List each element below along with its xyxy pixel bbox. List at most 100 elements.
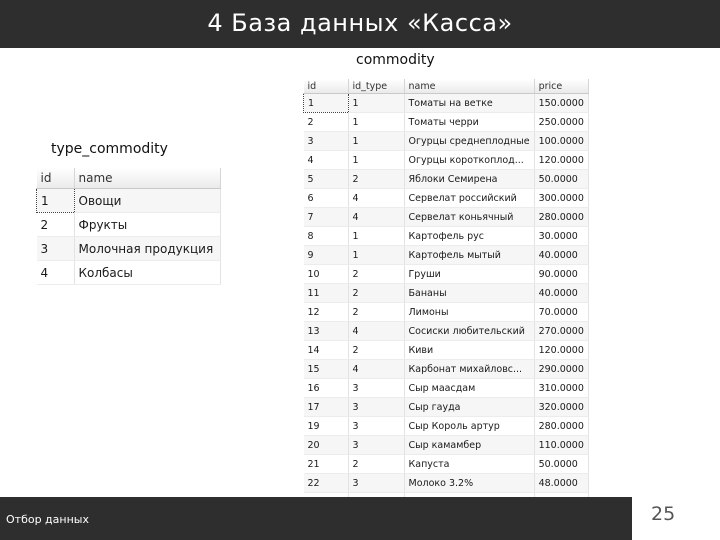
table-cell[interactable]: 50.0000 [534,454,589,474]
table-cell[interactable]: 30.0000 [534,226,589,246]
table-cell[interactable]: 120.0000 [534,340,589,360]
table-cell[interactable]: 7 [303,207,349,227]
table-cell[interactable]: 13 [303,321,349,341]
column-header-id[interactable]: id [36,168,75,189]
table-row[interactable]: 12 2 Лимоны 70.0000 [303,302,589,322]
table-cell[interactable]: 4 [36,260,75,285]
table-row[interactable]: 2 Фрукты [36,212,221,237]
table-row[interactable]: 17 3 Сыр гауда 320.0000 [303,397,589,417]
table-cell[interactable]: 12 [303,302,349,322]
table-row[interactable]: 10 2 Груши 90.0000 [303,264,589,284]
column-header-id[interactable]: id [303,79,349,94]
table-cell[interactable]: 4 [348,207,405,227]
table-cell[interactable]: 40.0000 [534,245,589,265]
table-cell[interactable]: Сыр Король артур [404,416,535,436]
table-cell[interactable]: 15 [303,359,349,379]
table-row[interactable]: 15 4 Карбонат михайловс... 290.0000 [303,359,589,379]
table-cell[interactable]: Картофель мытый [404,245,535,265]
table-cell[interactable]: 250.0000 [534,112,589,132]
table-row[interactable]: 1 Овощи [36,188,221,213]
table-row[interactable]: 1 1 Томаты на ветке 150.0000 [303,93,589,113]
table-row[interactable]: 11 2 Бананы 40.0000 [303,283,589,303]
table-cell[interactable]: 9 [303,245,349,265]
table-cell[interactable]: Груши [404,264,535,284]
table-cell[interactable]: Овощи [74,188,221,213]
table-cell[interactable]: 100.0000 [534,131,589,151]
table-cell[interactable]: 3 [348,378,405,398]
table-cell[interactable]: 2 [348,340,405,360]
table-cell[interactable]: 1 [348,112,405,132]
table-cell[interactable]: Молочная продукция [74,236,221,261]
table-cell[interactable]: 3 [303,131,349,151]
table-cell[interactable]: 5 [303,169,349,189]
table-cell[interactable]: 48.0000 [534,473,589,493]
table-cell[interactable]: 2 [36,212,75,237]
table-cell[interactable]: 290.0000 [534,359,589,379]
table-cell[interactable]: Яблоки Семирена [404,169,535,189]
column-header-name[interactable]: name [404,79,535,94]
table-cell[interactable]: Томаты черри [404,112,535,132]
table-cell[interactable]: 3 [36,236,75,261]
table-cell[interactable]: 280.0000 [534,416,589,436]
table-cell[interactable]: 16 [303,378,349,398]
table-row[interactable]: 6 4 Сервелат российский 300.0000 [303,188,589,208]
table-cell[interactable]: 70.0000 [534,302,589,322]
column-header-name[interactable]: name [74,168,221,189]
table-cell[interactable]: 3 [348,435,405,455]
table-cell[interactable]: 8 [303,226,349,246]
table-cell[interactable]: 19 [303,416,349,436]
table-cell[interactable]: 11 [303,283,349,303]
table-cell[interactable]: Картофель рус [404,226,535,246]
table-row[interactable]: 22 3 Молоко 3.2% 48.0000 [303,473,589,493]
table-row[interactable]: 4 1 Огурцы короткоплод... 120.0000 [303,150,589,170]
table-cell[interactable]: Лимоны [404,302,535,322]
table-cell[interactable]: Капуста [404,454,535,474]
table-cell[interactable]: Сервелат коньячный [404,207,535,227]
table-cell[interactable]: 2 [348,454,405,474]
column-header-price[interactable]: price [534,79,589,94]
table-cell[interactable]: Огурцы короткоплод... [404,150,535,170]
table-cell[interactable]: 1 [348,93,405,113]
table-cell[interactable]: 90.0000 [534,264,589,284]
table-cell[interactable]: 6 [303,188,349,208]
table-cell[interactable]: Колбасы [74,260,221,285]
table-cell[interactable]: 22 [303,473,349,493]
table-cell[interactable]: 14 [303,340,349,360]
table-row[interactable]: 13 4 Сосиски любительский 270.0000 [303,321,589,341]
table-cell[interactable]: 280.0000 [534,207,589,227]
table-cell[interactable]: 320.0000 [534,397,589,417]
table-cell[interactable]: 4 [303,150,349,170]
column-header-id-type[interactable]: id_type [348,79,405,94]
table-cell[interactable]: 21 [303,454,349,474]
table-cell[interactable]: 4 [348,321,405,341]
table-cell[interactable]: 1 [348,150,405,170]
table-row[interactable]: 16 3 Сыр маасдам 310.0000 [303,378,589,398]
table-cell[interactable]: Огурцы среднеплодные [404,131,535,151]
table-cell[interactable]: Сыр маасдам [404,378,535,398]
table-cell[interactable]: Сосиски любительский [404,321,535,341]
table-cell[interactable]: Томаты на ветке [404,93,535,113]
table-cell[interactable]: Молоко 3.2% [404,473,535,493]
table-cell[interactable]: 120.0000 [534,150,589,170]
table-cell[interactable]: 50.0000 [534,169,589,189]
table-cell[interactable]: 1 [348,245,405,265]
table-cell[interactable]: Сервелат российский [404,188,535,208]
table-row[interactable]: 14 2 Киви 120.0000 [303,340,589,360]
table-cell[interactable]: Сыр гауда [404,397,535,417]
table-row[interactable]: 3 Молочная продукция [36,236,221,261]
table-cell[interactable]: 10 [303,264,349,284]
table-cell[interactable]: 270.0000 [534,321,589,341]
table-cell[interactable]: 300.0000 [534,188,589,208]
table-cell[interactable]: 3 [348,397,405,417]
table-cell[interactable]: Бананы [404,283,535,303]
table-cell[interactable]: 310.0000 [534,378,589,398]
table-cell[interactable]: 150.0000 [534,93,589,113]
table-cell[interactable]: 1 [348,226,405,246]
table-cell[interactable]: 4 [348,188,405,208]
table-row[interactable]: 21 2 Капуста 50.0000 [303,454,589,474]
table-cell[interactable]: Карбонат михайловс... [404,359,535,379]
table-cell[interactable]: 2 [348,169,405,189]
table-cell[interactable]: 2 [348,302,405,322]
table-row[interactable]: 4 Колбасы [36,260,221,285]
table-cell[interactable]: 2 [303,112,349,132]
